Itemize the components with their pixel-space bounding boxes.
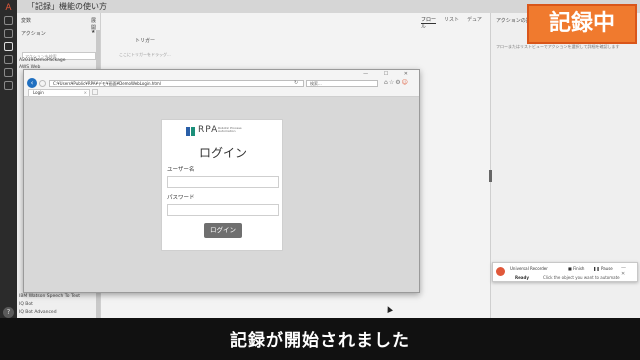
username-field[interactable] xyxy=(167,176,279,188)
action-item[interactable]: IQ Bot xyxy=(19,302,33,307)
universal-recorder-widget: Universal Recorder ■ Finish ❚❚ Pause — ✕… xyxy=(492,262,638,282)
automation-icon[interactable] xyxy=(4,42,13,51)
address-bar[interactable]: C:¥Users¥Public¥RPA¥デモ¥画面¥DemoWebLogin.h… xyxy=(49,80,304,87)
tab-list[interactable]: リスト xyxy=(444,17,459,23)
password-label: パスワード xyxy=(167,195,195,201)
login-card: RPA Robotic Process Automation ログイン ユーザー… xyxy=(161,119,283,251)
recorder-status: Ready xyxy=(515,275,529,280)
subtitle-caption: 記録が開始されました xyxy=(230,331,410,351)
close-tab-icon[interactable]: × xyxy=(84,90,87,96)
help-icon[interactable]: ? xyxy=(3,307,14,318)
action-item[interactable]: IQ Bot Advanced xyxy=(19,310,57,315)
feedback-smiley-icon[interactable]: ☺ xyxy=(402,79,409,86)
browser-window: — ☐ ✕ ‹ C:¥Users¥Public¥RPA¥デモ¥画面¥DemoWe… xyxy=(23,69,420,313)
browser-search-input[interactable]: 検索... xyxy=(306,80,378,87)
browser-chrome: — ☐ ✕ ‹ C:¥Users¥Public¥RPA¥デモ¥画面¥DemoWe… xyxy=(24,70,419,97)
settings-icon[interactable] xyxy=(4,81,13,90)
bots-icon[interactable] xyxy=(4,29,13,38)
browser-tab[interactable]: Login × xyxy=(28,89,90,96)
tab-title: Login xyxy=(33,90,44,95)
recorder-logo-icon xyxy=(496,267,505,276)
pause-label: Pause xyxy=(600,266,613,271)
action-item[interactable]: A2019DemoPackage xyxy=(19,58,66,63)
left-rail: A ? xyxy=(0,0,17,330)
rpa-logo-text: RPA xyxy=(198,125,219,135)
rpa-logo-subtitle: Robotic Process Automation xyxy=(218,126,242,134)
username-label: ユーザー名 xyxy=(167,167,195,173)
recorder-title: Universal Recorder xyxy=(510,266,548,271)
password-field[interactable] xyxy=(167,204,279,216)
view-tabs: フロー リスト デュアル xyxy=(421,16,490,30)
star-icon[interactable]: ★ xyxy=(91,29,95,35)
refresh-icon[interactable]: ↻ xyxy=(294,80,298,86)
variables-header[interactable]: 変数 xyxy=(21,17,31,24)
trigger-drop-hint[interactable]: ここにトリガーをドラッグ... xyxy=(119,52,171,58)
browser-icons: ⌂☆⚙☺ xyxy=(384,79,409,86)
recording-badge: 記録中 xyxy=(527,4,637,44)
new-tab-icon[interactable] xyxy=(92,89,98,95)
window-controls[interactable]: — ☐ ✕ xyxy=(363,71,415,77)
recorder-message: Click the object you want to automate xyxy=(543,275,620,280)
browser-content: RPA Robotic Process Automation ログイン ユーザー… xyxy=(24,97,419,313)
action-details-panel: アクションの詳細 フローまたはリストビューでアクションを選択して詳細を確認します xyxy=(490,13,640,330)
action-item[interactable]: IBM Watson Speech To Text xyxy=(19,294,80,299)
finish-label: Finish xyxy=(573,266,585,271)
tab-flow[interactable]: フロー xyxy=(421,17,437,24)
app-logo-icon: A xyxy=(5,3,12,13)
login-button[interactable]: ログイン xyxy=(204,223,242,238)
action-details-hint: フローまたはリストビューでアクションを選択して詳細を確認します xyxy=(496,44,620,49)
login-title: ログイン xyxy=(198,146,247,160)
screen: A ? 「記録」機能の使い方 変数 展開 アクション ★ アクションを検索 A2… xyxy=(0,0,640,360)
finish-button[interactable]: ■ Finish xyxy=(568,266,584,271)
home-icon[interactable] xyxy=(4,16,13,25)
back-icon[interactable]: ‹ xyxy=(27,78,37,88)
recorder-window-controls[interactable]: — ✕ xyxy=(621,265,637,277)
panel-collapse-handle[interactable] xyxy=(489,170,492,182)
trigger-label: トリガー xyxy=(135,38,156,44)
bot-title: 「記録」機能の使い方 xyxy=(27,2,107,11)
devices-icon[interactable] xyxy=(4,68,13,77)
actions-header[interactable]: アクション xyxy=(21,30,46,37)
pause-button[interactable]: ❚❚ Pause xyxy=(593,266,613,271)
forward-icon[interactable] xyxy=(39,80,46,87)
activity-icon[interactable] xyxy=(4,55,13,64)
rpa-logo-icon-secondary xyxy=(191,127,195,136)
rpa-logo-icon xyxy=(186,127,190,136)
